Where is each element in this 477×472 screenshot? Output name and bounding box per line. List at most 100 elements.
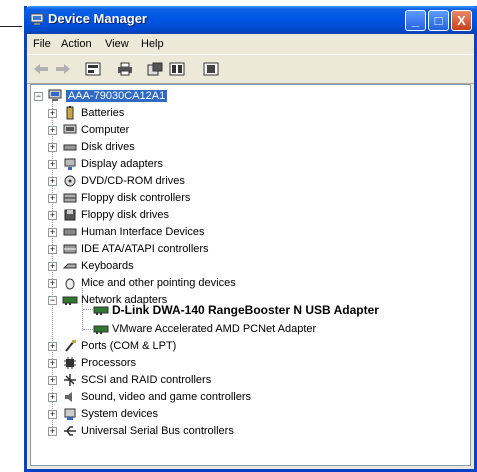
update-driver-icon[interactable] [145, 60, 165, 78]
tree-item-floppy-disk-drives[interactable]: + Floppy disk drives [48, 207, 169, 223]
display-adapter-icon [62, 157, 78, 171]
tree-item-vmware-adapter[interactable]: VMware Accelerated AMD PCNet Adapter [93, 321, 316, 337]
expand-toggle[interactable]: + [48, 262, 57, 271]
expand-toggle[interactable]: + [48, 160, 57, 169]
tree-connector [83, 309, 93, 311]
cd-drive-icon [62, 174, 78, 188]
system-device-icon [62, 407, 78, 421]
tree-item-dlink-adapter[interactable]: D-Link DWA-140 RangeBooster N USB Adapte… [93, 301, 379, 319]
tree-item-sound-video-game[interactable]: + Sound, video and game controllers [48, 389, 251, 405]
tree-item-floppy-disk-controllers[interactable]: + Floppy disk controllers [48, 190, 190, 206]
tree-item-dvd-cd-rom-drives[interactable]: + DVD/CD-ROM drives [48, 173, 185, 189]
ide-controller-icon [62, 242, 78, 256]
port-icon [62, 339, 78, 353]
expand-toggle[interactable]: + [48, 245, 57, 254]
expand-toggle[interactable]: + [48, 376, 57, 385]
tree-item-label: Keyboards [81, 260, 134, 272]
tree-item-human-interface-devices[interactable]: + Human Interface Devices [48, 224, 205, 240]
tree-item-mice[interactable]: + Mice and other pointing devices [48, 275, 236, 291]
menu-action[interactable]: Action [61, 38, 92, 50]
tree-item-label: IDE ATA/ATAPI controllers [81, 243, 209, 255]
tree-item-processors[interactable]: + Processors [48, 355, 136, 371]
tree-item-keyboards[interactable]: + Keyboards [48, 258, 134, 274]
device-tree[interactable]: − AAA-79030CA12A1 + Batteries + Computer… [30, 84, 471, 466]
tree-item-label: Universal Serial Bus controllers [81, 425, 234, 437]
expand-toggle[interactable]: + [48, 109, 57, 118]
menu-help[interactable]: Help [141, 38, 164, 50]
close-button[interactable]: X [451, 10, 472, 31]
tree-item-label: Computer [81, 124, 130, 136]
tree-item-display-adapters[interactable]: + Display adapters [48, 156, 163, 172]
tree-item-label: Sound, video and game controllers [81, 391, 251, 403]
tree-item-label: VMware Accelerated AMD PCNet Adapter [112, 323, 317, 335]
expand-toggle[interactable]: + [48, 228, 57, 237]
monitor-icon [62, 123, 78, 137]
expand-toggle[interactable]: + [48, 143, 57, 152]
tree-item-label: Floppy disk drives [81, 209, 170, 221]
tree-item-disk-drives[interactable]: + Disk drives [48, 139, 135, 155]
expand-toggle[interactable]: + [48, 177, 57, 186]
tree-item-label: Disk drives [81, 141, 135, 153]
disk-drive-icon [62, 140, 78, 154]
sound-icon [62, 390, 78, 404]
expand-toggle[interactable]: + [48, 410, 57, 419]
tree-item-system-devices[interactable]: + System devices [48, 406, 158, 422]
scsi-icon [62, 373, 78, 387]
expand-toggle[interactable]: + [48, 393, 57, 402]
maximize-button[interactable]: □ [428, 10, 449, 31]
tree-item-computer[interactable]: + Computer [48, 122, 129, 138]
keyboard-icon [62, 259, 78, 273]
mouse-icon [62, 276, 78, 290]
window-title: Device Manager [48, 11, 147, 26]
expand-toggle[interactable]: + [48, 126, 57, 135]
tree-root-label: AAA-79030CA12A1 [66, 90, 168, 102]
processor-icon [62, 356, 78, 370]
tree-item-label: Floppy disk controllers [81, 192, 191, 204]
tree-item-ports[interactable]: + Ports (COM & LPT) [48, 338, 176, 354]
minimize-button[interactable]: _ [405, 10, 426, 31]
forward-icon[interactable] [53, 60, 73, 78]
usb-icon [62, 424, 78, 438]
menu-view[interactable]: View [105, 38, 129, 50]
tree-item-label: Display adapters [81, 158, 163, 170]
menu-file[interactable]: File [33, 38, 51, 50]
callout-pointer-line [0, 26, 22, 27]
back-icon[interactable] [31, 60, 51, 78]
expand-toggle[interactable]: + [48, 427, 57, 436]
toolbar [27, 54, 474, 84]
tree-root[interactable]: − AAA-79030CA12A1 [31, 88, 168, 104]
floppy-drive-icon [62, 208, 78, 222]
expand-toggle[interactable]: + [48, 211, 57, 220]
collapse-toggle[interactable]: − [34, 92, 43, 101]
tree-item-batteries[interactable]: + Batteries [48, 105, 124, 121]
hid-icon [62, 225, 78, 239]
battery-icon [62, 106, 78, 120]
tree-item-label: DVD/CD-ROM drives [81, 175, 185, 187]
expand-toggle[interactable]: + [48, 279, 57, 288]
title-bar[interactable]: Device Manager _ □ X [24, 6, 477, 34]
tree-item-label: SCSI and RAID controllers [81, 374, 212, 386]
floppy-controller-icon [62, 191, 78, 205]
tree-item-label: System devices [81, 408, 159, 420]
device-manager-window: Device Manager _ □ X File Action View He… [24, 6, 477, 472]
print-icon[interactable] [115, 60, 135, 78]
collapse-toggle[interactable]: − [48, 296, 57, 305]
network-adapter-icon [93, 303, 109, 317]
expand-toggle[interactable]: + [48, 359, 57, 368]
help-icon[interactable] [201, 60, 221, 78]
tree-item-scsi-raid[interactable]: + SCSI and RAID controllers [48, 372, 211, 388]
expand-toggle[interactable]: + [48, 194, 57, 203]
menu-bar: File Action View Help [27, 34, 474, 54]
tree-item-label: Ports (COM & LPT) [81, 340, 177, 352]
tree-item-usb-controllers[interactable]: + Universal Serial Bus controllers [48, 423, 234, 439]
scan-icon[interactable] [167, 60, 187, 78]
properties-icon[interactable] [83, 60, 103, 78]
tree-item-label: Batteries [81, 107, 125, 119]
tree-item-ide-controllers[interactable]: + IDE ATA/ATAPI controllers [48, 241, 209, 257]
tree-item-label: D-Link DWA-140 RangeBooster N USB Adapte… [112, 303, 379, 317]
expand-toggle[interactable]: + [48, 342, 57, 351]
tree-item-label: Processors [81, 357, 137, 369]
computer-icon [47, 89, 63, 103]
network-adapter-icon [93, 322, 109, 336]
network-adapter-icon [62, 293, 78, 307]
